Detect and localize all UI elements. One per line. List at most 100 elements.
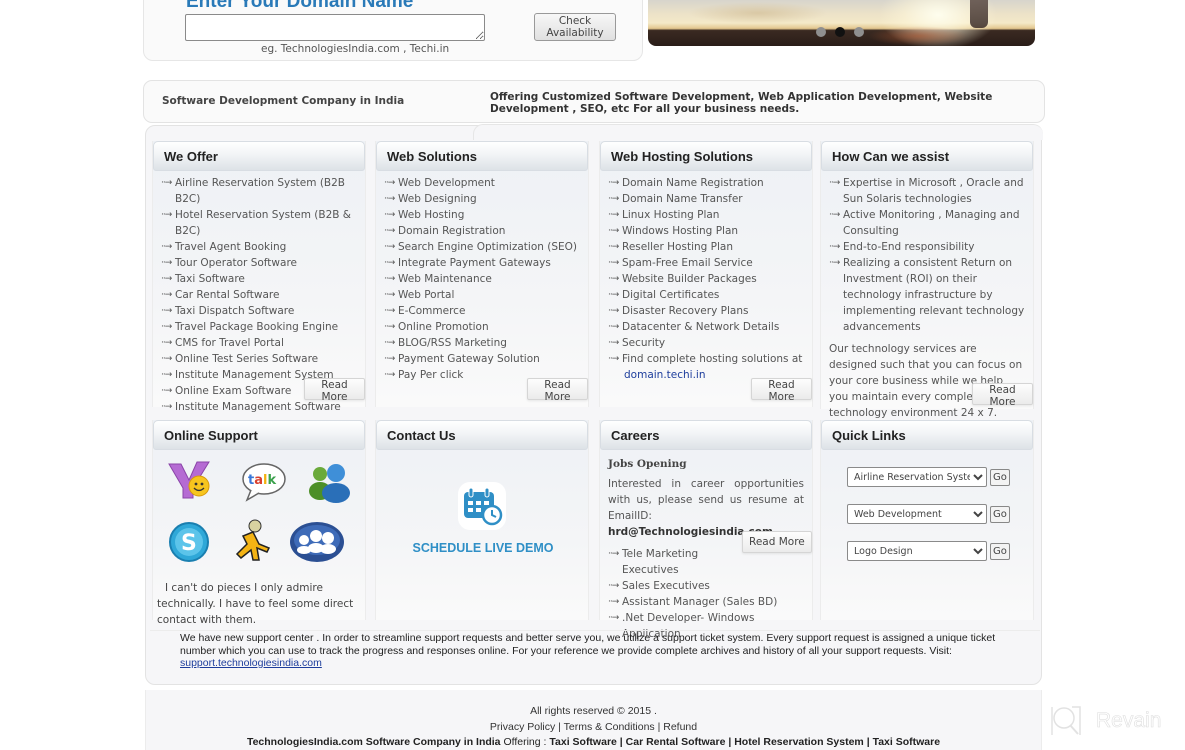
check-availability-button[interactable]: Check Availability: [534, 13, 616, 41]
arrow-bullet-icon: ··→: [384, 322, 395, 332]
arrow-bullet-icon: ··→: [161, 290, 172, 300]
quick-link-go-button-3[interactable]: Go: [990, 542, 1010, 560]
terms-conditions-link[interactable]: Terms & Conditions: [564, 721, 655, 733]
we-offer-item[interactable]: ··→ Tour Operator Software: [161, 255, 365, 271]
web-hosting-item[interactable]: ··→ Domain Name Transfer: [608, 191, 812, 207]
web-solutions-item[interactable]: ··→ Web Designing: [384, 191, 588, 207]
arrow-bullet-icon: ··→: [161, 258, 172, 268]
web-solutions-item[interactable]: ··→ Online Promotion: [384, 319, 588, 335]
we-offer-item[interactable]: ··→ CMS for Travel Portal: [161, 335, 365, 351]
we-offer-item[interactable]: ··→ Taxi Dispatch Software: [161, 303, 365, 319]
careers-job-item[interactable]: ··→ Sales Executives: [608, 578, 812, 594]
web-hosting-item[interactable]: ··→ Digital Certificates: [608, 287, 812, 303]
privacy-policy-link[interactable]: Privacy Policy: [490, 721, 555, 733]
web-solutions-item-label: Pay Per click: [398, 369, 464, 381]
footer-offering-link[interactable]: Car Rental Software: [626, 736, 726, 748]
web-hosting-item-label: Disaster Recovery Plans: [622, 305, 749, 317]
group-chat-icon[interactable]: [289, 520, 345, 564]
slider-dot-active[interactable]: [835, 27, 845, 37]
panel-title: Contact Us: [376, 420, 588, 450]
web-hosting-item[interactable]: ··→ Disaster Recovery Plans: [608, 303, 812, 319]
web-solutions-item[interactable]: ··→ Domain Registration: [384, 223, 588, 239]
arrow-bullet-icon: ··→: [608, 258, 619, 268]
assist-item[interactable]: ··→ Expertise in Microsoft , Oracle and S…: [829, 175, 1033, 207]
we-offer-item-label: Hotel Reservation System (B2B & B2C): [175, 209, 351, 237]
web-solutions-item-label: BLOG/RSS Marketing: [398, 337, 507, 349]
assist-item[interactable]: ··→ Realizing a consistent Return on Inve…: [829, 255, 1033, 335]
tagline-company: Software Development Company in India: [162, 95, 405, 107]
skype-icon[interactable]: S: [165, 520, 213, 564]
arrow-bullet-icon: ··→: [384, 194, 395, 204]
careers-job-item[interactable]: ··→ Assistant Manager (Sales BD): [608, 594, 812, 610]
arrow-bullet-icon: ··→: [384, 178, 395, 188]
web-hosting-item[interactable]: ··→ Windows Hosting Plan: [608, 223, 812, 239]
panel-title: How Can we assist: [821, 141, 1033, 171]
footer-company: TechnologiesIndia.com Software Company i…: [246, 736, 501, 748]
domain-name-input[interactable]: [185, 14, 485, 41]
quick-link-select-3[interactable]: Logo Design: [847, 541, 987, 561]
domain-techi-link[interactable]: domain.techi.in: [624, 369, 706, 381]
we-offer-item[interactable]: ··→ Car Rental Software: [161, 287, 365, 303]
google-talk-icon[interactable]: talk: [239, 460, 287, 504]
we-offer-item[interactable]: ··→ Hotel Reservation System (B2B & B2C): [161, 207, 365, 239]
slider-dot[interactable]: [854, 27, 864, 37]
web-hosting-item[interactable]: ··→ Datacenter & Network Details: [608, 319, 812, 335]
footer-offering-link[interactable]: Taxi Software: [873, 736, 941, 748]
quick-link-select-2[interactable]: Web Development: [847, 504, 987, 524]
arrow-bullet-icon: ··→: [829, 242, 840, 252]
refund-link[interactable]: Refund: [663, 721, 697, 733]
footer-links: Privacy Policy | Terms & Conditions | Re…: [489, 721, 698, 733]
footer-offering-link[interactable]: Hotel Reservation System: [734, 736, 864, 748]
assist-item[interactable]: ··→ End-to-End responsibility: [829, 239, 1033, 255]
quick-link-go-button-2[interactable]: Go: [990, 505, 1010, 523]
quick-link-go-button-1[interactable]: Go: [990, 468, 1010, 486]
careers-job-item[interactable]: ··→ Tele Marketing Executives: [608, 546, 713, 578]
web-hosting-item[interactable]: ··→ Linux Hosting Plan: [608, 207, 812, 223]
yahoo-messenger-icon[interactable]: [165, 458, 213, 502]
msn-messenger-icon[interactable]: [305, 460, 353, 504]
svg-text:S: S: [181, 531, 197, 556]
assist-item-label: Active Monitoring , Managing and Consult…: [843, 209, 1020, 237]
careers-read-more-button[interactable]: Read More: [742, 531, 812, 553]
assist-item[interactable]: ··→ Active Monitoring , Managing and Cons…: [829, 207, 1033, 239]
web-solutions-item[interactable]: ··→ Web Maintenance: [384, 271, 588, 287]
slider-dot[interactable]: [816, 27, 826, 37]
footer-offering-link[interactable]: Taxi Software: [549, 736, 617, 748]
web-hosting-item[interactable]: ··→ Domain Name Registration: [608, 175, 812, 191]
web-solutions-item[interactable]: ··→ Integrate Payment Gateways: [384, 255, 588, 271]
web-hosting-item[interactable]: ··→ Security: [608, 335, 812, 351]
we-offer-item[interactable]: ··→ Airline Reservation System (B2B B2C): [161, 175, 365, 207]
support-notice-text: We have new support center . In order to…: [180, 632, 996, 657]
quick-link-select-1[interactable]: Airline Reservation System (B2B B2C): [847, 467, 987, 487]
main-tab-notch: [473, 124, 1043, 140]
we-offer-item[interactable]: ··→ Travel Package Booking Engine: [161, 319, 365, 335]
we-offer-item[interactable]: ··→ Online Test Series Software: [161, 351, 365, 367]
web-hosting-item[interactable]: ··→ Reseller Hosting Plan: [608, 239, 812, 255]
web-solutions-item[interactable]: ··→ E-Commerce: [384, 303, 588, 319]
we-offer-item[interactable]: ··→ Taxi Software: [161, 271, 365, 287]
web-solutions-item[interactable]: ··→ Web Development: [384, 175, 588, 191]
careers-job-list: ··→ Tele Marketing Executives ··→ Sales Exe…: [600, 540, 812, 642]
web-solutions-item[interactable]: ··→ Web Hosting: [384, 207, 588, 223]
assist-read-more-button[interactable]: Read More: [972, 383, 1033, 408]
web-solutions-item[interactable]: ··→ Web Portal: [384, 287, 588, 303]
web-hosting-item[interactable]: ··→ Website Builder Packages: [608, 271, 812, 287]
web-hosting-item[interactable]: ··→ Find complete hosting solutions at: [608, 351, 812, 367]
web-solutions-item[interactable]: ··→ Search Engine Optimization (SEO): [384, 239, 588, 255]
web-solutions-item[interactable]: ··→ BLOG/RSS Marketing: [384, 335, 588, 351]
calendar-clock-icon[interactable]: [458, 482, 506, 530]
arrow-bullet-icon: ··→: [384, 210, 395, 220]
panel-title: Quick Links: [821, 420, 1033, 450]
web-solutions-read-more-button[interactable]: Read More: [527, 378, 588, 403]
we-offer-item[interactable]: ··→ Travel Agent Booking: [161, 239, 365, 255]
aim-icon[interactable]: [229, 518, 277, 562]
arrow-bullet-icon: ··→: [608, 274, 619, 284]
web-hosting-item[interactable]: ··→ Spam-Free Email Service: [608, 255, 812, 271]
we-offer-read-more-button[interactable]: Read More: [304, 378, 365, 403]
support-center-link[interactable]: support.technologiesindia.com: [180, 657, 322, 669]
web-hosting-read-more-button[interactable]: Read More: [751, 378, 812, 403]
schedule-live-demo-link[interactable]: SCHEDULE LIVE DEMO: [376, 541, 590, 555]
web-solutions-item[interactable]: ··→ Payment Gateway Solution: [384, 351, 588, 367]
arrow-bullet-icon: ··→: [161, 274, 172, 284]
im-icon-grid: talk S: [153, 450, 365, 580]
